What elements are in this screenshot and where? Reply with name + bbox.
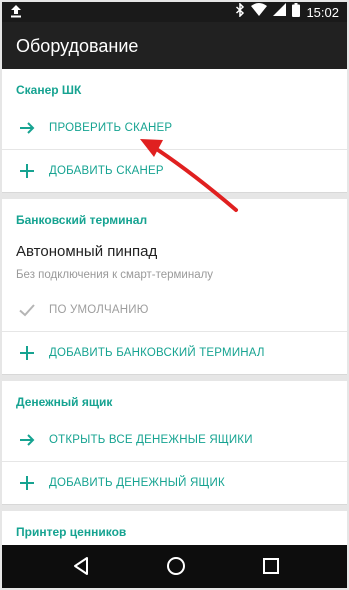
plus-icon: [18, 344, 36, 362]
recents-icon[interactable]: [262, 556, 280, 581]
app-bar: Оборудование: [2, 22, 347, 69]
section-header-label: Денежный ящик: [16, 395, 113, 409]
section-header: Сканер ШК: [2, 69, 347, 107]
equipment-list: Сканер ШК ПРОВЕРИТЬ СКАНЕР ДОБАВИТЬ СКАН…: [2, 69, 347, 545]
wifi-icon: [251, 3, 268, 21]
terminal-description: Без подключения к смарт-терминалу: [16, 269, 214, 281]
navigation-bar: [2, 545, 347, 588]
bluetooth-icon: [235, 1, 245, 22]
plus-icon: [18, 474, 36, 492]
section-header-label: Банковский терминал: [16, 213, 148, 227]
signal-icon: [273, 3, 287, 21]
check-scanner-button[interactable]: ПРОВЕРИТЬ СКАНЕР: [2, 107, 347, 149]
terminal-item-pinpad[interactable]: Автономный пинпад Без подключения к смар…: [2, 237, 347, 289]
section-header-label: Сканер ШК: [16, 83, 82, 97]
upload-icon: [10, 4, 22, 23]
section-cash-drawer: Денежный ящик ОТКРЫТЬ ВСЕ ДЕНЕЖНЫЕ ЯЩИКИ…: [2, 381, 347, 505]
back-icon[interactable]: [72, 556, 90, 581]
add-cash-drawer-button[interactable]: ДОБАВИТЬ ДЕНЕЖНЫЙ ЯЩИК: [2, 461, 347, 504]
check-scanner-label: ПРОВЕРИТЬ СКАНЕР: [49, 122, 173, 134]
page-title: Оборудование: [16, 36, 139, 56]
section-price-printer: Принтер ценников: [2, 511, 347, 545]
add-scanner-button[interactable]: ДОБАВИТЬ СКАНЕР: [2, 149, 347, 192]
clock: 15:02: [306, 4, 339, 20]
section-scanner: Сканер ШК ПРОВЕРИТЬ СКАНЕР ДОБАВИТЬ СКАН…: [2, 69, 347, 193]
terminal-name: Автономный пинпад: [16, 243, 158, 260]
plus-icon: [18, 162, 36, 180]
home-icon[interactable]: [166, 556, 186, 581]
add-scanner-label: ДОБАВИТЬ СКАНЕР: [49, 165, 164, 177]
default-terminal-indicator: ПО УМОЛЧАНИЮ: [2, 289, 347, 331]
section-header: Принтер ценников: [2, 511, 347, 545]
default-label: ПО УМОЛЧАНИЮ: [49, 304, 149, 316]
add-cash-drawer-label: ДОБАВИТЬ ДЕНЕЖНЫЙ ЯЩИК: [49, 477, 225, 489]
add-bank-terminal-button[interactable]: ДОБАВИТЬ БАНКОВСКИЙ ТЕРМИНАЛ: [2, 331, 347, 374]
section-header: Банковский терминал: [2, 199, 347, 237]
section-header: Денежный ящик: [2, 381, 347, 419]
open-all-cash-drawers-button[interactable]: ОТКРЫТЬ ВСЕ ДЕНЕЖНЫЕ ЯЩИКИ: [2, 419, 347, 461]
battery-icon: [292, 2, 301, 22]
check-icon: [18, 301, 36, 319]
open-cash-drawers-label: ОТКРЫТЬ ВСЕ ДЕНЕЖНЫЕ ЯЩИКИ: [49, 434, 253, 446]
arrow-right-icon: [18, 119, 36, 137]
add-bank-terminal-label: ДОБАВИТЬ БАНКОВСКИЙ ТЕРМИНАЛ: [49, 347, 265, 359]
section-bank-terminal: Банковский терминал Автономный пинпад Бе…: [2, 199, 347, 375]
status-bar: 15:02: [2, 1, 347, 23]
section-header-label: Принтер ценников: [16, 525, 127, 539]
arrow-right-icon: [18, 431, 36, 449]
